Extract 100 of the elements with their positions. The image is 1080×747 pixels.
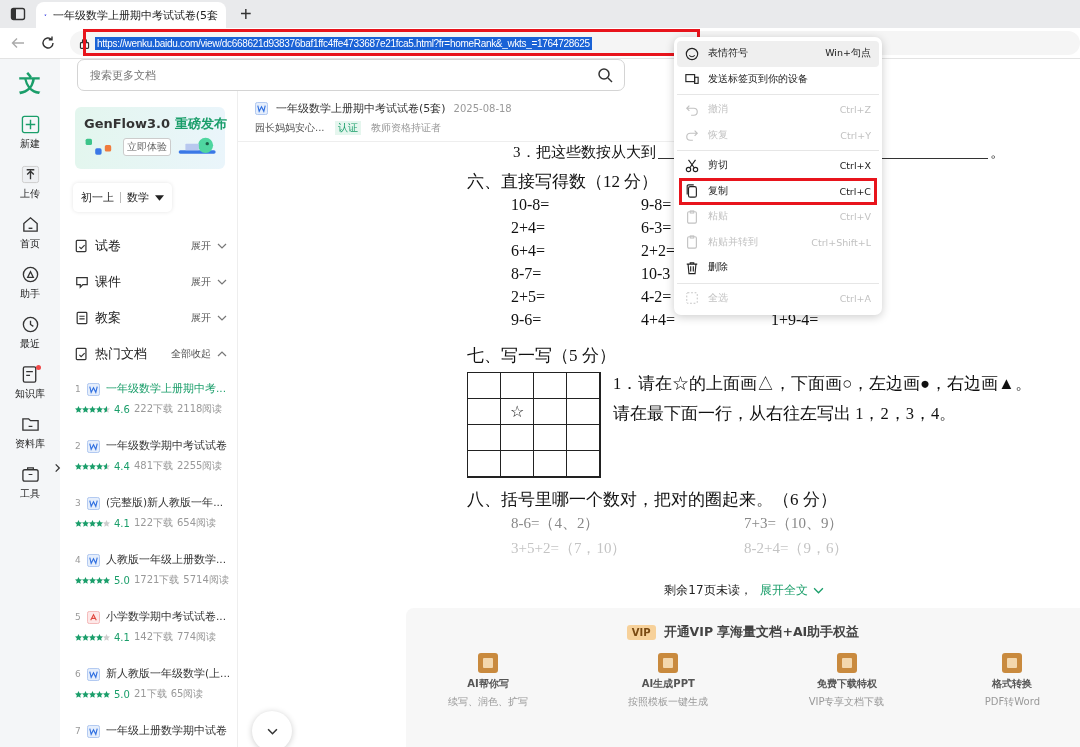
author-name[interactable]: 园长妈妈安心... <box>255 121 325 135</box>
chevron-down-icon <box>812 587 824 594</box>
rail-label: 资料库 <box>15 437 45 451</box>
vip-feature[interactable]: 免费下载特权 VIP专享文档下载 <box>808 653 885 709</box>
doc-title: 人教版一年级上册数学... <box>106 553 226 567</box>
expand-full-text-link[interactable]: 展开全文 <box>759 582 824 599</box>
doc-title: 新人教版一年级数学(上... <box>106 667 231 681</box>
hot-doc-item[interactable]: 3 (完整版)新人教版一年... <box>75 496 235 510</box>
rail-item[interactable]: 首页 <box>20 215 40 251</box>
read-count: 2118阅读 <box>177 402 223 416</box>
read-count: 654阅读 <box>177 516 217 530</box>
rail-item[interactable]: 助手 <box>20 265 40 301</box>
download-count: 122下载 <box>133 516 173 530</box>
category-item[interactable]: 课件 展开 <box>75 264 227 300</box>
menu-shortcut: Ctrl+Z <box>839 104 871 116</box>
menu-item[interactable]: 删除 <box>677 255 879 281</box>
word-file-icon <box>87 724 100 738</box>
math-problem: 2+5= <box>511 288 546 307</box>
hot-doc-item[interactable]: 2 一年级数学期中考试试卷 <box>75 439 235 453</box>
menu-item[interactable]: 剪切 Ctrl+X <box>677 153 879 179</box>
category-item[interactable]: 教案 展开 <box>75 300 227 336</box>
new-tab-button[interactable]: + <box>236 4 256 24</box>
pdf-file-icon <box>87 610 100 624</box>
banner-highlight: 重磅发布 <box>174 116 227 131</box>
rating-score: 4.1 <box>114 517 130 529</box>
rail-item[interactable]: 新建 <box>20 115 40 151</box>
category-item[interactable]: 热门文档 全部收起 <box>75 336 227 372</box>
rating-score: 5.0 <box>114 688 130 700</box>
math-problem: 10-3 <box>641 265 671 284</box>
vip-feature[interactable]: AI帮你写 续写、润色、扩写 <box>448 653 528 709</box>
expand-toggle[interactable]: 展开 <box>191 275 211 289</box>
hot-doc-item[interactable]: 7 一年级上册数学期中试卷 <box>75 724 235 738</box>
banner-title: GenFlow3.0 <box>84 116 171 131</box>
vip-feature[interactable]: 格式转换 PDF转Word <box>984 653 1040 709</box>
upload-icon <box>20 165 40 184</box>
menu-shortcut: Ctrl+Shift+L <box>811 236 871 248</box>
word-file-icon <box>87 382 100 396</box>
download-count: 142下载 <box>133 630 173 644</box>
doc-title: 一年级上册数学期中试卷 <box>106 724 227 738</box>
hot-doc-item[interactable]: 4 人教版一年级上册数学... <box>75 553 235 567</box>
grade-subject-selector[interactable]: 初一上 数学 <box>73 183 172 212</box>
grid-cell <box>534 425 567 451</box>
category-item[interactable]: 试卷 展开 <box>75 228 227 264</box>
scissors-icon <box>685 158 699 173</box>
math-problem: 6+4= <box>511 242 546 261</box>
rail-item[interactable]: 上传 <box>20 165 40 201</box>
chevron-right-icon[interactable] <box>53 463 62 473</box>
hot-doc-item[interactable]: 1 一年级数学上册期中考... <box>75 382 235 396</box>
menu-item[interactable]: 表情符号 Win+句点 <box>677 41 879 67</box>
hot-doc-item[interactable]: 5 小学数学期中考试试卷... <box>75 610 235 624</box>
menu-label: 发送标签页到你的设备 <box>708 72 809 86</box>
grade-label: 初一上 <box>81 190 114 205</box>
math-problem: 7+3=（10、9） <box>744 514 845 533</box>
expand-toggle[interactable]: 展开 <box>191 239 211 253</box>
feature-title: 格式转换 <box>992 677 1033 691</box>
rail-item[interactable]: 资料库 <box>15 415 45 451</box>
feature-icon <box>658 653 679 673</box>
rail-label: 新建 <box>20 137 40 151</box>
word-file-icon <box>87 667 100 681</box>
browser-tab[interactable]: 一年级数学上册期中考试试卷(5套 <box>36 2 226 28</box>
download-count: 1721下载 <box>133 573 180 587</box>
rank-number: 3 <box>75 498 81 508</box>
copy-icon <box>685 184 699 199</box>
reload-icon[interactable] <box>40 35 56 51</box>
star-symbol: ☆ <box>510 402 524 421</box>
lock-icon <box>78 36 91 50</box>
rail-item[interactable]: 工具 <box>20 465 40 501</box>
rank-number: 6 <box>75 669 81 679</box>
word-file-icon <box>255 102 268 115</box>
menu-item[interactable]: 复制 Ctrl+C <box>677 178 879 204</box>
expand-toggle[interactable]: 展开 <box>191 311 211 325</box>
tab-title: 一年级数学上册期中考试试卷(5套 <box>52 7 218 23</box>
menu-item[interactable]: 发送标签页到你的设备 <box>677 66 879 92</box>
subject-label: 数学 <box>127 190 149 205</box>
sidebar-toggle-icon[interactable] <box>10 6 26 22</box>
read-count: 774阅读 <box>177 630 217 644</box>
question-text: 3．把这些数按从大到 <box>513 144 656 162</box>
search-field[interactable]: 搜索更多文档 <box>77 59 625 91</box>
smiley-icon <box>685 46 699 61</box>
rail-item[interactable]: 知识库 <box>15 365 45 401</box>
math-problem: 9-8= <box>641 196 672 215</box>
math-problem: 4+4= <box>641 311 676 330</box>
feature-subtitle: PDF转Word <box>984 695 1040 709</box>
section-heading: 六、直接写得数（12 分） <box>467 171 659 193</box>
hot-doc-item[interactable]: 6 新人教版一年级数学(上... <box>75 667 235 681</box>
rating-score: 5.0 <box>114 574 130 586</box>
menu-shortcut: Ctrl+C <box>839 185 871 197</box>
rail-item[interactable]: 最近 <box>20 315 40 351</box>
promo-banner[interactable]: GenFlow3.0 重磅发布 立即体验 <box>75 107 225 169</box>
feature-icon <box>1002 653 1023 673</box>
document-icon <box>75 311 89 325</box>
redo-icon <box>685 128 699 143</box>
expand-toggle[interactable]: 全部收起 <box>171 347 211 361</box>
rank-number: 1 <box>75 384 81 394</box>
document-title: 一年级数学上册期中考试试卷(5套) <box>276 101 446 116</box>
checklist-icon <box>75 347 89 361</box>
search-icon[interactable] <box>597 67 613 83</box>
math-problem: 9-6= <box>511 311 542 330</box>
try-now-button[interactable]: 立即体验 <box>122 138 171 156</box>
remaining-pages-text: 剩余17页未读， <box>664 582 752 599</box>
